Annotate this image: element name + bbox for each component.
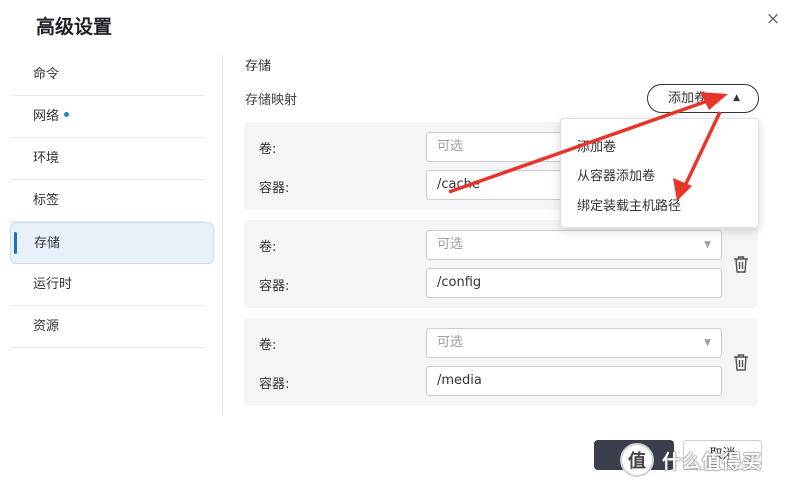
menu-item-add-from-container[interactable]: 从容器添加卷 — [577, 165, 655, 184]
sidebar-item-label: 命令 — [33, 67, 60, 82]
menu-item-bind-host-path[interactable]: 绑定装载主机路径 — [577, 195, 681, 214]
sidebar-item-environment[interactable]: 环境 — [10, 138, 204, 180]
container-label: 容器: — [259, 377, 290, 392]
container-label: 容器: — [259, 181, 290, 196]
sidebar-item-label: 环境 — [33, 151, 60, 166]
sidebar-item-labels[interactable]: 标签 — [10, 180, 204, 222]
volume-label: 卷: — [259, 240, 277, 255]
container-path-value: /media — [437, 373, 482, 388]
dialog-title: 高级设置 — [36, 16, 113, 38]
add-volume-label: 添加卷 — [668, 91, 708, 106]
container-path-input[interactable]: /config — [426, 268, 722, 298]
watermark: 值 什么值得买 — [620, 440, 791, 480]
chevron-down-icon: ▼ — [704, 240, 711, 250]
add-volume-menu: 添加卷 从容器添加卷 绑定装载主机路径 — [560, 118, 759, 228]
volume-card: 卷: 可选 ▼ 容器: /config — [244, 220, 758, 308]
status-dot-icon — [64, 112, 70, 117]
chevron-down-icon: ▼ — [704, 338, 711, 348]
container-path-value: /config — [437, 275, 482, 290]
volume-placeholder: 可选 — [437, 237, 464, 252]
volume-placeholder: 可选 — [437, 139, 464, 154]
sidebar-item-label: 标签 — [33, 193, 60, 208]
sidebar-item-label: 资源 — [33, 319, 60, 334]
watermark-text: 什么值得买 — [662, 450, 763, 473]
sidebar-item-network[interactable]: 网络 — [10, 96, 204, 138]
volume-select[interactable]: 可选 ▼ — [426, 328, 722, 358]
close-icon[interactable]: × — [763, 9, 783, 29]
add-volume-button[interactable]: 添加卷 ▲ — [647, 84, 759, 113]
volume-select[interactable]: 可选 ▼ — [426, 230, 722, 260]
sidebar-item-resources[interactable]: 资源 — [10, 306, 204, 348]
trash-icon[interactable] — [733, 353, 749, 371]
sidebar-item-label: 网络 — [33, 109, 60, 124]
storage-mapping-title: 存储映射 — [245, 93, 298, 108]
trash-icon[interactable] — [733, 255, 749, 273]
container-path-input[interactable]: /media — [426, 366, 722, 396]
sidebar-item-runtime[interactable]: 运行时 — [10, 264, 204, 306]
sidebar-item-label: 运行时 — [33, 277, 73, 292]
watermark-logo: 值 — [620, 443, 654, 477]
sidebar: 命令 网络 环境 标签 存储 运行时 资源 — [10, 54, 214, 348]
container-label: 容器: — [259, 279, 290, 294]
menu-item-add-volume[interactable]: 添加卷 — [577, 136, 616, 155]
vertical-divider — [222, 54, 223, 414]
sidebar-item-storage[interactable]: 存储 — [10, 222, 214, 264]
container-path-value: /cache — [437, 177, 480, 192]
volume-label: 卷: — [259, 142, 277, 157]
section-title: 存储 — [245, 59, 272, 74]
sidebar-item-label: 存储 — [34, 236, 61, 251]
caret-up-icon: ▲ — [733, 93, 740, 103]
active-indicator — [14, 232, 17, 254]
volume-label: 卷: — [259, 338, 277, 353]
volume-placeholder: 可选 — [437, 335, 464, 350]
volume-card: 卷: 可选 ▼ 容器: /media — [244, 318, 758, 406]
sidebar-item-command[interactable]: 命令 — [10, 54, 204, 96]
